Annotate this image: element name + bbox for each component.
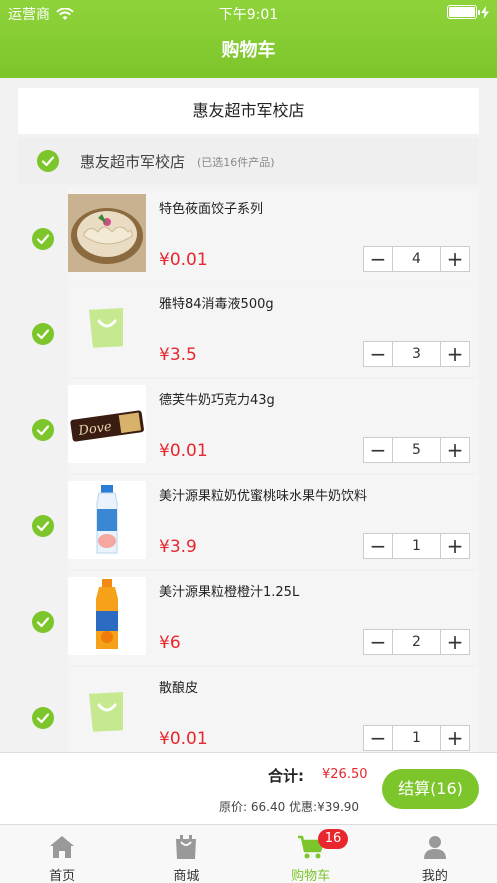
item-check-icon[interactable]: [32, 323, 54, 345]
tab-mall[interactable]: 商城: [124, 825, 248, 883]
item-check-icon[interactable]: [32, 228, 54, 250]
product-price: ¥0.01: [159, 441, 208, 461]
chocolate-bar-image: Dove: [68, 385, 146, 463]
product-thumbnail[interactable]: [68, 481, 146, 559]
tab-label: 购物车: [291, 869, 331, 883]
placeholder-bag-image: [68, 289, 146, 367]
quantity-value[interactable]: 5: [393, 438, 440, 462]
decrement-button[interactable]: −: [364, 630, 393, 654]
milk-drink-bottle-image: [68, 481, 146, 559]
quantity-value[interactable]: 1: [393, 726, 440, 750]
tab-cart[interactable]: 购物车: [249, 825, 373, 883]
quantity-value[interactable]: 2: [393, 630, 440, 654]
user-icon: [420, 833, 450, 861]
charging-icon: [481, 5, 489, 19]
decrement-button[interactable]: −: [364, 247, 393, 271]
product-thumbnail[interactable]: Dove: [68, 385, 146, 463]
quantity-stepper: −3 +: [363, 341, 470, 367]
quantity-stepper: −2 +: [363, 629, 470, 655]
increment-button[interactable]: +: [440, 534, 469, 558]
product-thumbnail[interactable]: [68, 577, 146, 655]
cart-item: 美汁源果粒橙橙汁1.25L ¥6 −2 +: [18, 571, 479, 665]
tab-home[interactable]: 首页: [0, 825, 124, 883]
cart-item: 美汁源果粒奶优蜜桃味水果牛奶饮料 ¥3.9 −1 +: [18, 475, 479, 569]
product-thumbnail[interactable]: [68, 673, 146, 751]
item-check-icon[interactable]: [32, 707, 54, 729]
tab-label: 首页: [49, 869, 76, 883]
tab-bar: 首页 商城 购物车 我的: [0, 824, 497, 883]
increment-button[interactable]: +: [440, 247, 469, 271]
product-thumbnail[interactable]: [68, 194, 146, 272]
cart-count-badge: 16: [318, 829, 348, 849]
product-price: ¥0.01: [159, 250, 208, 270]
tab-profile[interactable]: 我的: [373, 825, 497, 883]
product-name[interactable]: 德芙牛奶巧克力43g: [159, 389, 469, 408]
decrement-button[interactable]: −: [364, 534, 393, 558]
cart-item: 特色莜面饺子系列 ¥0.01 −4 +: [18, 188, 479, 282]
product-name[interactable]: 美汁源果粒奶优蜜桃味水果牛奶饮料: [159, 485, 469, 504]
battery-indicator: [447, 5, 489, 19]
total-amount: ¥26.50: [322, 767, 368, 782]
cart-summary: 合计: ¥26.50 原价: 66.40 优惠:¥39.90 结算(16): [0, 752, 497, 824]
increment-button[interactable]: +: [440, 726, 469, 750]
app-header: 运营商 下午9:01 购物车: [0, 0, 497, 78]
product-thumbnail[interactable]: [68, 289, 146, 367]
store-title-card: 惠友超市军校店: [18, 88, 479, 134]
home-icon: [47, 833, 77, 861]
tab-label: 商城: [173, 869, 200, 883]
store-name: 惠友超市军校店: [80, 153, 186, 171]
item-check-icon[interactable]: [32, 611, 54, 633]
product-price: ¥3.5: [159, 345, 197, 365]
product-name[interactable]: 特色莜面饺子系列: [159, 198, 469, 217]
product-price: ¥0.01: [159, 729, 208, 749]
decrement-button[interactable]: −: [364, 726, 393, 750]
orange-juice-bottle-image: [68, 577, 146, 655]
shopping-bag-icon: [171, 833, 201, 861]
quantity-stepper: −5 +: [363, 437, 470, 463]
decrement-button[interactable]: −: [364, 438, 393, 462]
quantity-value[interactable]: 3: [393, 342, 440, 366]
quantity-value[interactable]: 1: [393, 534, 440, 558]
dumplings-image: [68, 194, 146, 272]
item-check-icon[interactable]: [32, 515, 54, 537]
store-check-icon[interactable]: [37, 150, 59, 172]
quantity-stepper: −1 +: [363, 725, 470, 751]
item-check-icon[interactable]: [32, 419, 54, 441]
tab-label: 我的: [421, 869, 448, 883]
product-name[interactable]: 雅特84消毒液500g: [159, 293, 469, 312]
placeholder-bag-image: [68, 673, 146, 751]
increment-button[interactable]: +: [440, 630, 469, 654]
cart-item: 雅特84消毒液500g ¥3.5 −3 +: [18, 283, 479, 377]
product-price: ¥6: [159, 633, 181, 653]
quantity-value[interactable]: 4: [393, 247, 440, 271]
selected-count: (已选16件产品): [197, 156, 275, 169]
quantity-stepper: −4 +: [363, 246, 470, 272]
decrement-button[interactable]: −: [364, 342, 393, 366]
product-name[interactable]: 美汁源果粒橙橙汁1.25L: [159, 581, 469, 600]
price-breakdown: 原价: 66.40 优惠:¥39.90: [219, 800, 360, 814]
cart-item: Dove 德芙牛奶巧克力43g ¥0.01 −5 +: [18, 379, 479, 473]
product-name[interactable]: 散酿皮: [159, 677, 469, 696]
product-price: ¥3.9: [159, 537, 197, 557]
total-label: 合计:: [268, 767, 304, 785]
checkout-button[interactable]: 结算(16): [382, 769, 479, 809]
store-select-bar[interactable]: 惠友超市军校店 (已选16件产品): [18, 138, 479, 184]
status-time: 下午9:01: [218, 7, 279, 23]
quantity-stepper: −1 +: [363, 533, 470, 559]
page-title: 购物车: [221, 40, 276, 61]
battery-icon: [447, 5, 480, 19]
status-bar: 运营商 下午9:01: [0, 0, 497, 26]
cart-item: 散酿皮 ¥0.01 −1 +: [18, 667, 479, 761]
increment-button[interactable]: +: [440, 342, 469, 366]
increment-button[interactable]: +: [440, 438, 469, 462]
